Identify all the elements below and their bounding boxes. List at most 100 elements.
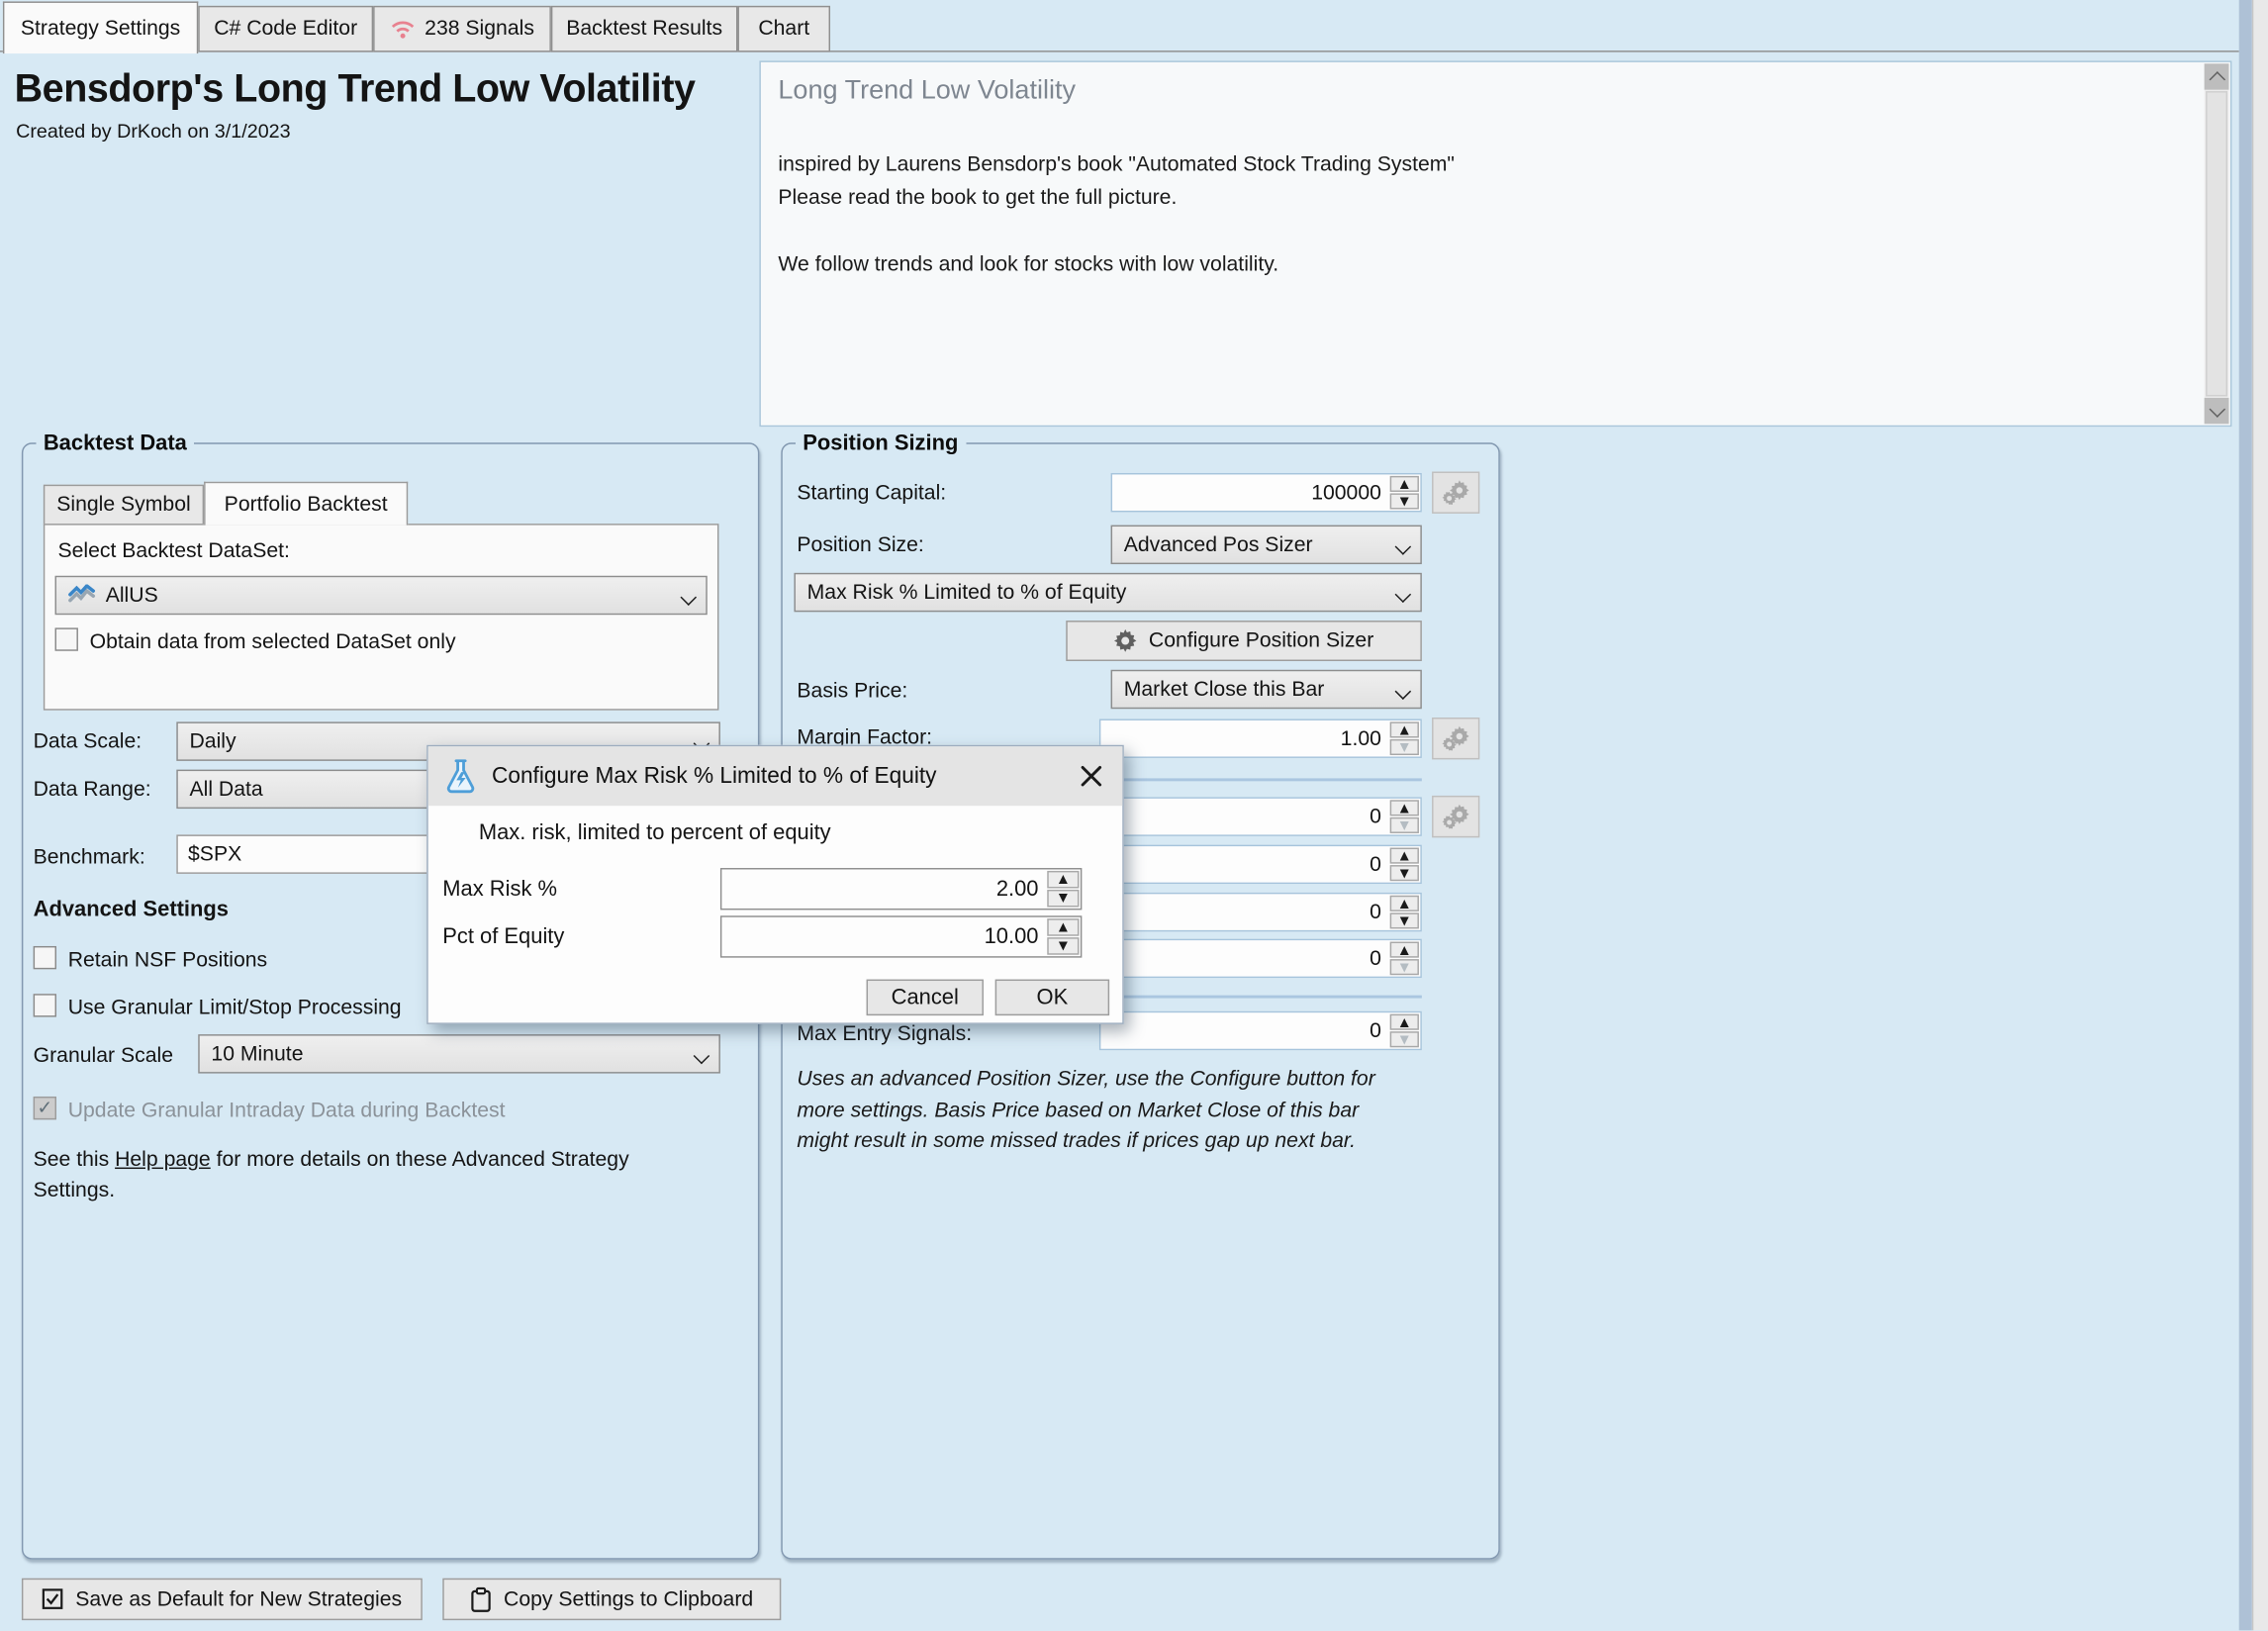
margin-factor-gear-button bbox=[1432, 718, 1479, 759]
spin-up-button[interactable]: ▲ bbox=[1047, 918, 1079, 936]
description-paragraph: We follow trends and look for stocks wit… bbox=[778, 248, 1278, 282]
tab-chart[interactable]: Chart bbox=[737, 6, 830, 52]
data-scale-label: Data Scale: bbox=[34, 730, 142, 753]
max-risk-label: Max Risk % bbox=[442, 877, 557, 902]
spin-up-button[interactable]: ▲ bbox=[1390, 848, 1419, 864]
tab-backtest-results[interactable]: Backtest Results bbox=[551, 6, 738, 52]
tab-label: Portfolio Backtest bbox=[225, 493, 388, 516]
tab-label: Single Symbol bbox=[56, 493, 190, 516]
advanced-settings-title: Advanced Settings bbox=[34, 897, 229, 921]
scroll-down-button[interactable] bbox=[2205, 398, 2229, 424]
chevron-down-icon bbox=[681, 589, 698, 606]
spin-down-button[interactable]: ▼ bbox=[1390, 493, 1419, 509]
scroll-up-button[interactable] bbox=[2205, 63, 2229, 89]
close-icon[interactable] bbox=[1078, 762, 1105, 790]
strategy-settings-window: Strategy Settings C# Code Editor 238 Sig… bbox=[0, 0, 2268, 1630]
starting-capital-spinner[interactable]: 100000 ▲▼ bbox=[1111, 473, 1422, 512]
spinner-value: 0 bbox=[1100, 853, 1388, 876]
margin-factor-spinner[interactable]: 1.00 ▲▼ bbox=[1099, 719, 1422, 757]
spin-down-button[interactable]: ▼ bbox=[1390, 1031, 1419, 1047]
window-splitter-bar[interactable] bbox=[2239, 0, 2252, 1630]
strategy-description-box[interactable]: Long Trend Low Volatility inspired by La… bbox=[759, 60, 2231, 427]
tab-signals[interactable]: 238 Signals bbox=[373, 6, 551, 52]
main-tab-bar: Strategy Settings C# Code Editor 238 Sig… bbox=[0, 0, 2239, 52]
tab-code-editor[interactable]: C# Code Editor bbox=[198, 6, 373, 52]
spin-up-button[interactable]: ▲ bbox=[1390, 1014, 1419, 1030]
starting-capital-label: Starting Capital: bbox=[797, 482, 946, 505]
spinner-value: 0 bbox=[1100, 1019, 1388, 1042]
position-size-label: Position Size: bbox=[797, 533, 923, 556]
checked-box-icon bbox=[43, 1588, 64, 1610]
help-page-link[interactable]: Help page bbox=[115, 1149, 211, 1172]
tab-single-symbol[interactable]: Single Symbol bbox=[44, 485, 204, 526]
sizer-param-spinner-1[interactable]: 0 ▲▼ bbox=[1099, 797, 1422, 835]
selected-value: Advanced Pos Sizer bbox=[1124, 533, 1313, 556]
spin-down-button[interactable]: ▼ bbox=[1390, 959, 1419, 975]
chevron-down-icon bbox=[1395, 538, 1412, 555]
description-scrollbar[interactable] bbox=[2205, 63, 2229, 424]
obtain-data-checkbox[interactable] bbox=[55, 627, 78, 650]
granular-processing-checkbox[interactable] bbox=[34, 994, 56, 1016]
flask-icon bbox=[441, 756, 480, 795]
max-entry-signals-label: Max Entry Signals: bbox=[797, 1022, 972, 1045]
button-label: OK bbox=[1037, 985, 1069, 1009]
save-as-default-button[interactable]: Save as Default for New Strategies bbox=[22, 1579, 423, 1620]
obtain-data-label: Obtain data from selected DataSet only bbox=[90, 630, 456, 653]
position-sizer-note: Uses an advanced Position Sizer, use the… bbox=[797, 1065, 1430, 1158]
basis-price-label: Basis Price: bbox=[797, 680, 907, 703]
spin-down-button[interactable]: ▼ bbox=[1047, 937, 1079, 955]
position-size-select[interactable]: Advanced Pos Sizer bbox=[1111, 526, 1422, 564]
dialog-subtitle: Max. risk, limited to percent of equity bbox=[479, 820, 831, 845]
selected-value: AllUS bbox=[106, 584, 158, 607]
spin-up-button[interactable]: ▲ bbox=[1390, 896, 1419, 911]
page-subtitle: Created by DrKoch on 3/1/2023 bbox=[16, 120, 291, 142]
spin-down-button[interactable]: ▼ bbox=[1047, 890, 1079, 908]
advanced-help-text: See this Help page for more details on t… bbox=[34, 1146, 708, 1206]
spin-up-button[interactable]: ▲ bbox=[1390, 800, 1419, 816]
copy-settings-button[interactable]: Copy Settings to Clipboard bbox=[442, 1579, 781, 1620]
selected-value: Market Close this Bar bbox=[1124, 678, 1325, 701]
spin-up-button[interactable]: ▲ bbox=[1047, 871, 1079, 889]
spin-down-button[interactable]: ▼ bbox=[1390, 739, 1419, 755]
max-entry-signals-spinner[interactable]: 0 ▲▼ bbox=[1099, 1011, 1422, 1050]
dialog-title-bar[interactable]: Configure Max Risk % Limited to % of Equ… bbox=[428, 746, 1123, 806]
spin-down-button[interactable]: ▼ bbox=[1390, 865, 1419, 881]
dataset-waves-icon bbox=[68, 585, 96, 607]
dataset-select[interactable]: AllUS bbox=[55, 576, 708, 615]
tab-portfolio-backtest[interactable]: Portfolio Backtest bbox=[204, 482, 408, 526]
spinner-value: 10.00 bbox=[721, 924, 1045, 949]
sizer-param-spinner-2[interactable]: 0 ▲▼ bbox=[1099, 845, 1422, 884]
ok-button[interactable]: OK bbox=[995, 980, 1109, 1016]
chevron-down-icon bbox=[694, 1048, 710, 1065]
description-paragraph: inspired by Laurens Bensdorp's book "Aut… bbox=[778, 149, 1455, 216]
spin-down-button[interactable]: ▼ bbox=[1390, 817, 1419, 833]
sizer-param-spinner-3[interactable]: 0 ▲▼ bbox=[1099, 893, 1422, 931]
sizer-param-spinner-4[interactable]: 0 ▲▼ bbox=[1099, 939, 1422, 978]
sizer-method-select[interactable]: Max Risk % Limited to % of Equity bbox=[794, 573, 1421, 612]
basis-price-select[interactable]: Market Close this Bar bbox=[1111, 670, 1422, 709]
update-granular-checkbox: ✓ bbox=[34, 1097, 56, 1119]
signal-wifi-icon bbox=[390, 19, 415, 39]
retain-nsf-checkbox[interactable] bbox=[34, 946, 56, 969]
max-risk-spinner[interactable]: 2.00 ▲▼ bbox=[720, 868, 1082, 910]
gear-icon bbox=[1114, 629, 1137, 652]
spin-up-button[interactable]: ▲ bbox=[1390, 721, 1419, 737]
configure-position-sizer-button[interactable]: Configure Position Sizer bbox=[1066, 621, 1422, 661]
gears-icon bbox=[1442, 480, 1469, 505]
spin-down-button[interactable]: ▼ bbox=[1390, 912, 1419, 928]
tab-label: Strategy Settings bbox=[21, 17, 180, 40]
spin-up-button[interactable]: ▲ bbox=[1390, 942, 1419, 958]
spin-up-button[interactable]: ▲ bbox=[1390, 476, 1419, 492]
spinner-value: 100000 bbox=[1112, 481, 1388, 504]
tab-label: 238 Signals bbox=[425, 18, 534, 41]
cancel-button[interactable]: Cancel bbox=[867, 980, 984, 1016]
input-value: $SPX bbox=[188, 842, 241, 865]
granular-scale-select[interactable]: 10 Minute bbox=[198, 1034, 720, 1073]
dataset-label: Select Backtest DataSet: bbox=[57, 539, 289, 562]
pct-equity-spinner[interactable]: 10.00 ▲▼ bbox=[720, 915, 1082, 957]
spinner-value: 2.00 bbox=[721, 877, 1045, 902]
selected-value: All Data bbox=[189, 778, 262, 801]
scrollbar-track[interactable] bbox=[2206, 91, 2227, 396]
tab-strategy-settings[interactable]: Strategy Settings bbox=[3, 1, 198, 53]
collapsed-side-panel bbox=[2252, 0, 2268, 1630]
